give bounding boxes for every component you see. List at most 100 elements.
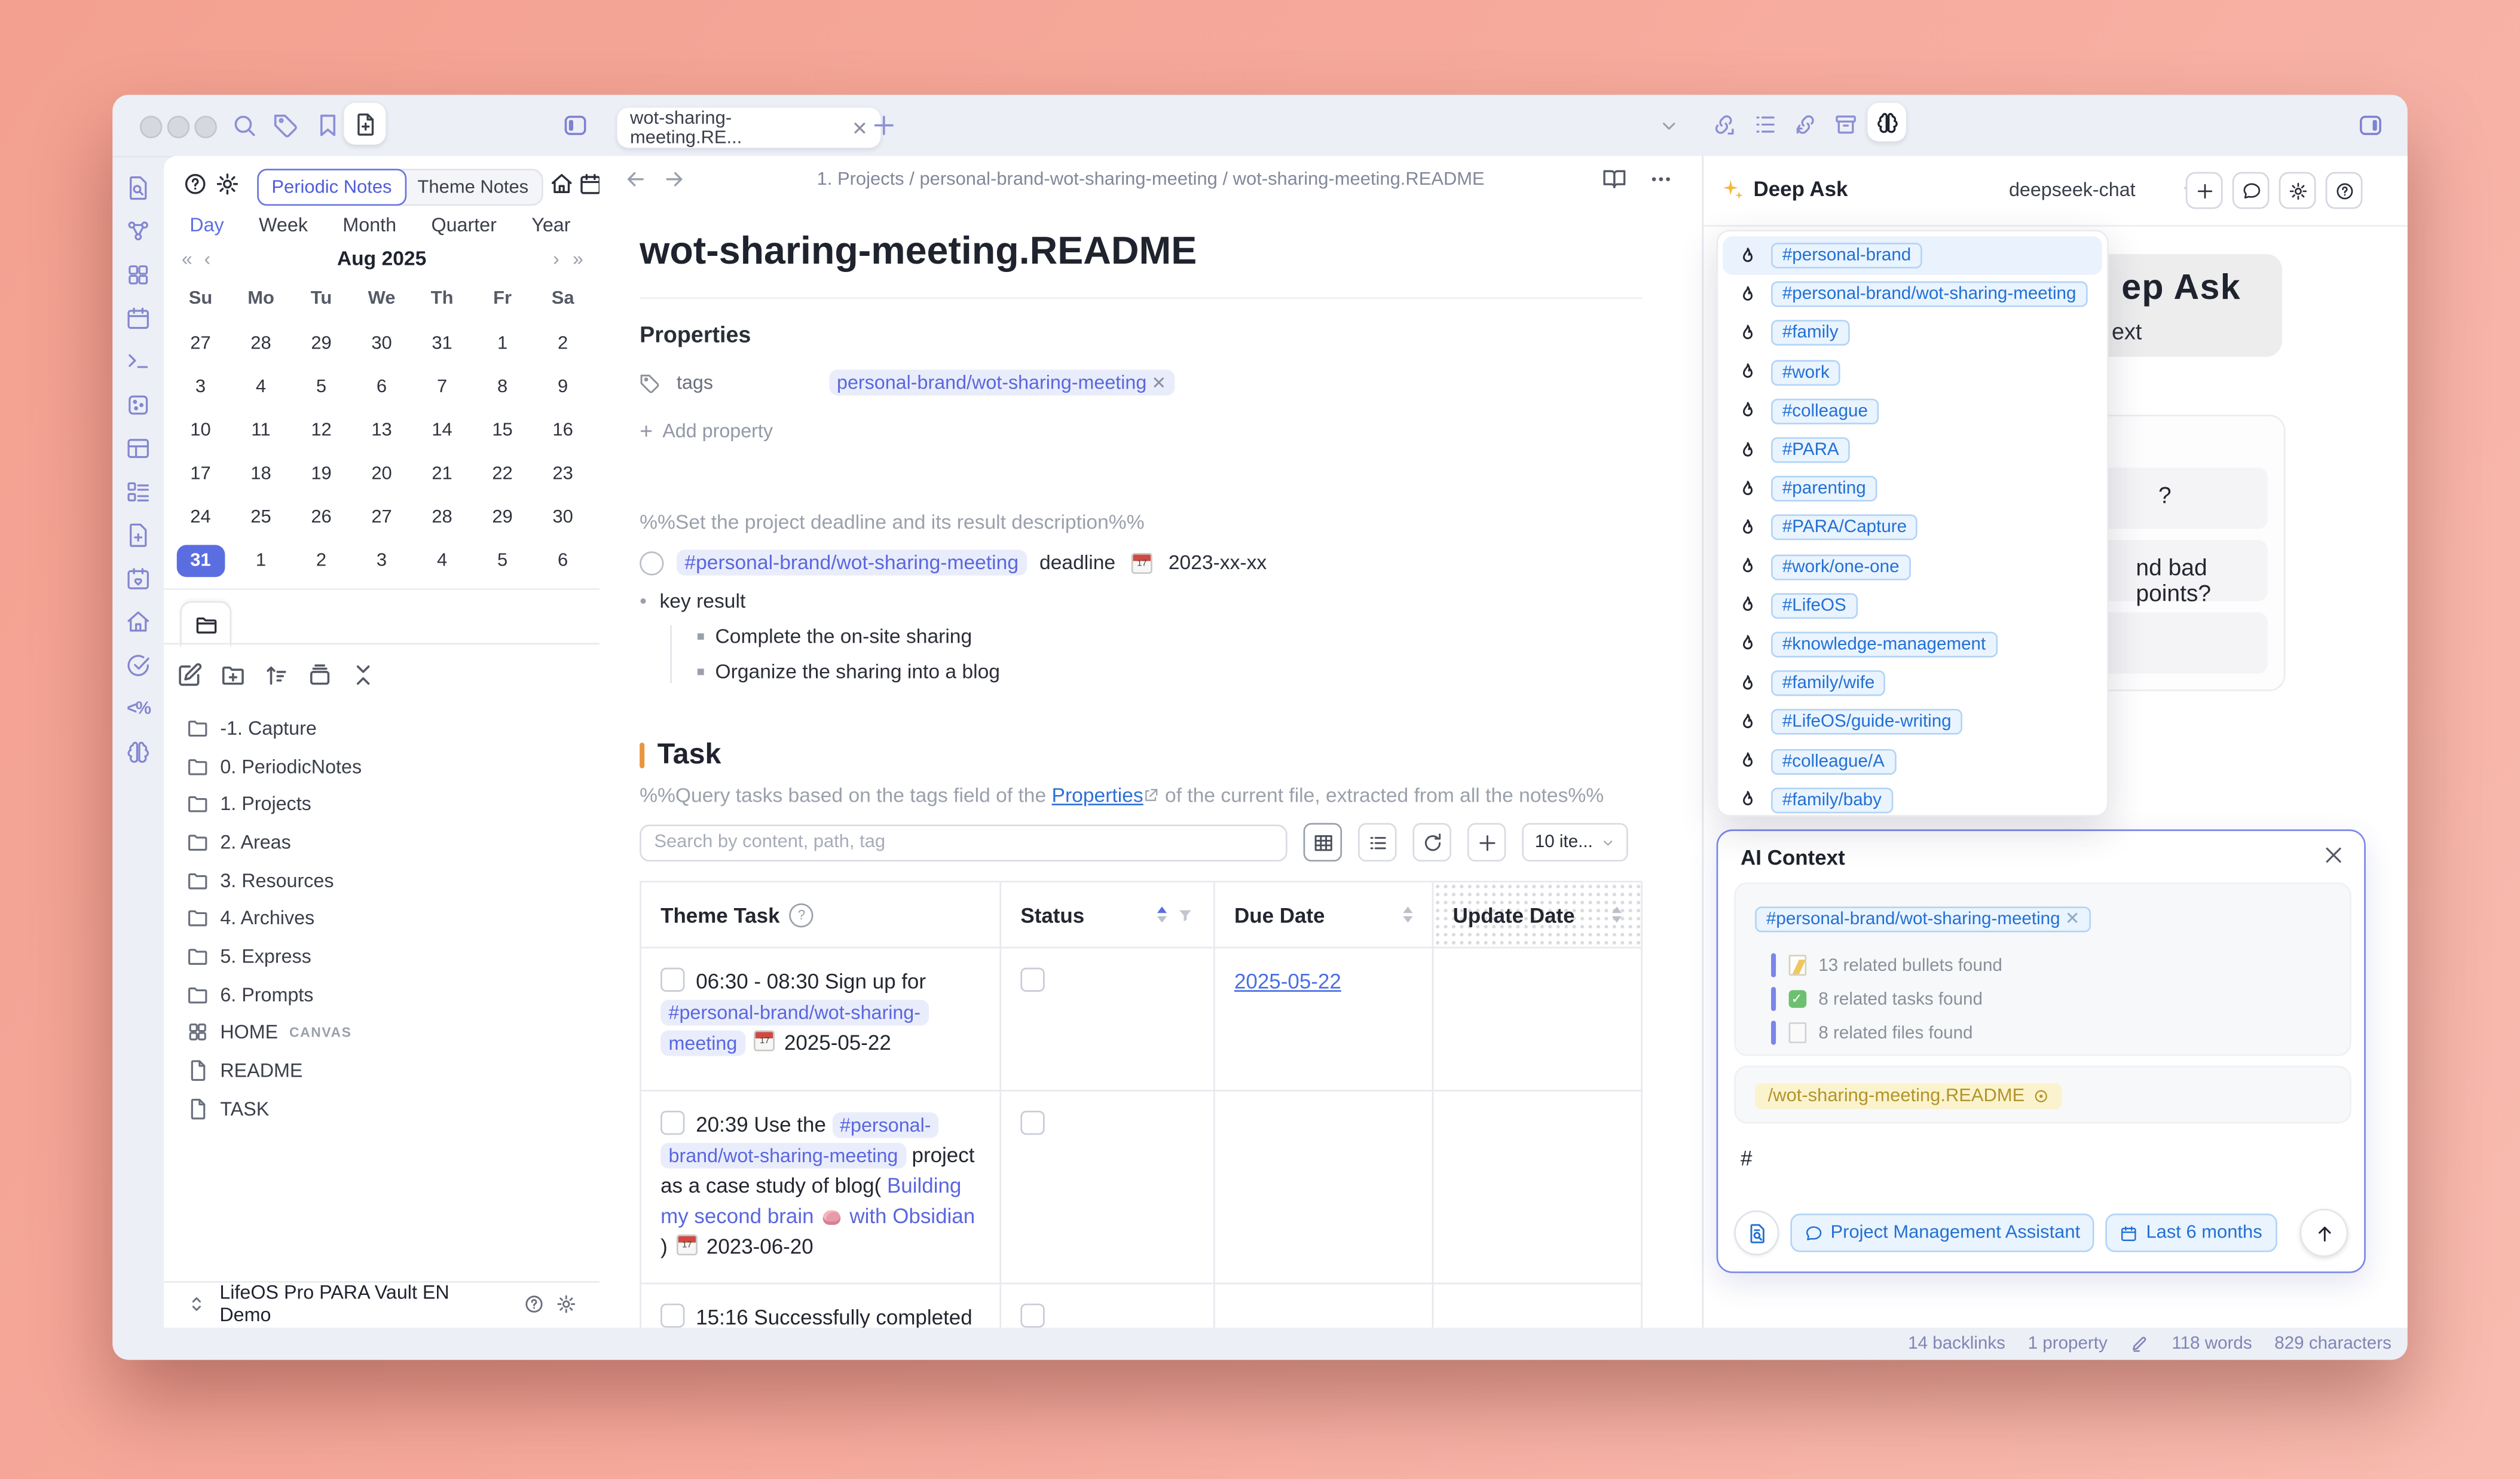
bookmark-icon[interactable] — [315, 112, 341, 138]
calendar-day[interactable]: 20 — [351, 452, 412, 496]
col-due-date[interactable]: Due Date — [1215, 882, 1434, 947]
word-count[interactable]: 118 words — [2172, 1334, 2252, 1353]
calendar-day[interactable]: 27 — [351, 495, 412, 539]
calendar-day[interactable]: 4 — [412, 539, 472, 582]
tag-suggestion[interactable]: #LifeOS — [1723, 586, 2102, 625]
tag-suggestion[interactable]: #family/wife — [1723, 664, 2102, 703]
calendar-day[interactable]: 2 — [533, 322, 593, 365]
tab-theme-notes[interactable]: Theme Notes — [405, 170, 542, 204]
sidebar-item-1-projects[interactable]: 1. Projects — [164, 785, 600, 823]
sidebar-item-4-archives[interactable]: 4. Archives — [164, 899, 600, 937]
sidebar-item-readme[interactable]: README — [164, 1052, 600, 1090]
tab-periodic-notes[interactable]: Periodic Notes — [257, 169, 406, 206]
close-icon[interactable] — [2322, 844, 2345, 867]
view-week[interactable]: Week — [259, 214, 308, 237]
model-selector[interactable]: deepseek-chat — [2009, 178, 2197, 201]
close-window-button[interactable] — [140, 116, 163, 139]
incoming-links-icon[interactable] — [1794, 112, 1818, 136]
status-checkbox[interactable] — [1020, 1303, 1044, 1327]
sidebar-item-task[interactable]: TASK — [164, 1090, 600, 1128]
home-icon[interactable] — [550, 172, 574, 196]
calendar-day[interactable]: 7 — [412, 365, 472, 408]
layout-icon[interactable] — [126, 436, 151, 462]
tag-suggestion[interactable]: #colleague — [1723, 392, 2102, 430]
next-month-icon[interactable]: › — [553, 247, 559, 270]
new-note-button[interactable] — [344, 103, 386, 145]
vault-settings-icon[interactable] — [556, 1293, 577, 1314]
calendar-day[interactable]: 27 — [170, 322, 231, 365]
collapse-all-icon[interactable] — [350, 662, 376, 688]
calendar-heart-icon[interactable] — [126, 566, 151, 591]
key-result-item[interactable]: Organize the sharing into a blog — [715, 661, 1000, 683]
breadcrumb-file[interactable]: wot-sharing-meeting.README — [1233, 170, 1485, 190]
sidebar-item-6-prompts[interactable]: 6. Prompts — [164, 976, 600, 1014]
deadline-tag-pill[interactable]: #personal-brand/wot-sharing-meeting — [677, 550, 1027, 576]
char-count[interactable]: 829 characters — [2274, 1334, 2391, 1353]
brain-icon[interactable] — [126, 740, 151, 765]
task-checkbox[interactable] — [660, 968, 684, 992]
table-view-button[interactable] — [1304, 823, 1342, 862]
deep-ask-brain-button[interactable] — [1867, 103, 1906, 142]
list-blocks-icon[interactable] — [126, 479, 151, 505]
home-icon[interactable] — [126, 609, 151, 635]
sidebar-item-0-periodicnotes[interactable]: 0. PeriodicNotes — [164, 747, 600, 785]
grid-icon[interactable] — [126, 262, 151, 288]
tag-suggestion[interactable]: #family/baby — [1723, 781, 2102, 817]
task-search-input[interactable] — [640, 824, 1287, 861]
tab-active[interactable]: wot-sharing-meeting.RE... ✕ — [617, 108, 880, 148]
send-button[interactable] — [2300, 1209, 2348, 1257]
tab-list-chevron-icon[interactable] — [1659, 116, 1680, 137]
check-circle-icon[interactable] — [126, 653, 151, 679]
view-day[interactable]: Day — [189, 214, 224, 237]
calendar-day[interactable]: 15 — [472, 408, 533, 452]
outline-icon[interactable] — [1753, 112, 1777, 136]
key-result-label[interactable]: key result — [659, 590, 745, 613]
tag-suggestion[interactable]: #PARA/Capture — [1723, 508, 2102, 547]
remove-tag-icon[interactable]: ✕ — [1151, 374, 1166, 393]
view-month[interactable]: Month — [342, 214, 396, 237]
more-options-icon[interactable] — [1649, 167, 1673, 191]
property-count[interactable]: 1 property — [2028, 1334, 2108, 1353]
calendar-day[interactable]: 6 — [533, 539, 593, 582]
tag-suggestion[interactable]: #personal-brand — [1723, 236, 2102, 275]
tag-suggestion[interactable]: #family — [1723, 314, 2102, 353]
calendar-day[interactable]: 29 — [291, 322, 351, 365]
file-explorer-tab[interactable] — [180, 601, 231, 648]
terminal-icon[interactable] — [126, 349, 151, 374]
card-view-icon[interactable] — [307, 662, 333, 688]
vault-switcher[interactable]: LifeOS Pro PARA Vault EN Demo — [164, 1281, 600, 1325]
status-checkbox[interactable] — [1020, 968, 1044, 992]
calendar-day[interactable]: 3 — [351, 539, 412, 582]
minimize-window-button[interactable] — [167, 116, 190, 139]
template-icon[interactable]: <% — [126, 696, 151, 722]
calendar-day[interactable]: 1 — [231, 539, 291, 582]
chat-settings-button[interactable] — [2279, 172, 2316, 209]
dice-icon[interactable] — [126, 392, 151, 418]
tag-suggestion[interactable]: #work — [1723, 353, 2102, 392]
file-search-icon[interactable] — [126, 175, 151, 201]
next-year-icon[interactable]: » — [573, 247, 583, 270]
calendar-day[interactable]: 28 — [412, 495, 472, 539]
calendar-day[interactable]: 26 — [291, 495, 351, 539]
tag-suggestion[interactable]: #work/one-one — [1723, 548, 2102, 586]
backlinks-count[interactable]: 14 backlinks — [1908, 1334, 2005, 1353]
calendar-day[interactable]: 13 — [351, 408, 412, 452]
archive-icon[interactable] — [1834, 112, 1858, 136]
breadcrumb-project[interactable]: personal-brand-wot-sharing-meeting — [919, 170, 1217, 190]
right-sidebar-toggle-icon[interactable] — [2357, 112, 2383, 138]
search-icon[interactable] — [231, 112, 257, 138]
edit-mode-pencil-icon[interactable] — [2130, 1334, 2149, 1353]
new-chat-button[interactable] — [2186, 172, 2223, 209]
new-folder-icon[interactable] — [220, 662, 246, 688]
reading-view-icon[interactable] — [1602, 167, 1626, 191]
calendar-day[interactable]: 14 — [412, 408, 472, 452]
vault-help-icon[interactable] — [524, 1293, 544, 1314]
file-search-button[interactable] — [1734, 1211, 1779, 1255]
calendar-day[interactable]: 25 — [231, 495, 291, 539]
filter-icon[interactable] — [1176, 906, 1194, 924]
calendar-day[interactable]: 22 — [472, 452, 533, 496]
calendar-day[interactable]: 4 — [231, 365, 291, 408]
calendar-day[interactable]: 28 — [231, 322, 291, 365]
property-tag-pill[interactable]: personal-brand/wot-sharing-meeting✕ — [829, 369, 1175, 395]
tag-suggestion[interactable]: #parenting — [1723, 469, 2102, 508]
